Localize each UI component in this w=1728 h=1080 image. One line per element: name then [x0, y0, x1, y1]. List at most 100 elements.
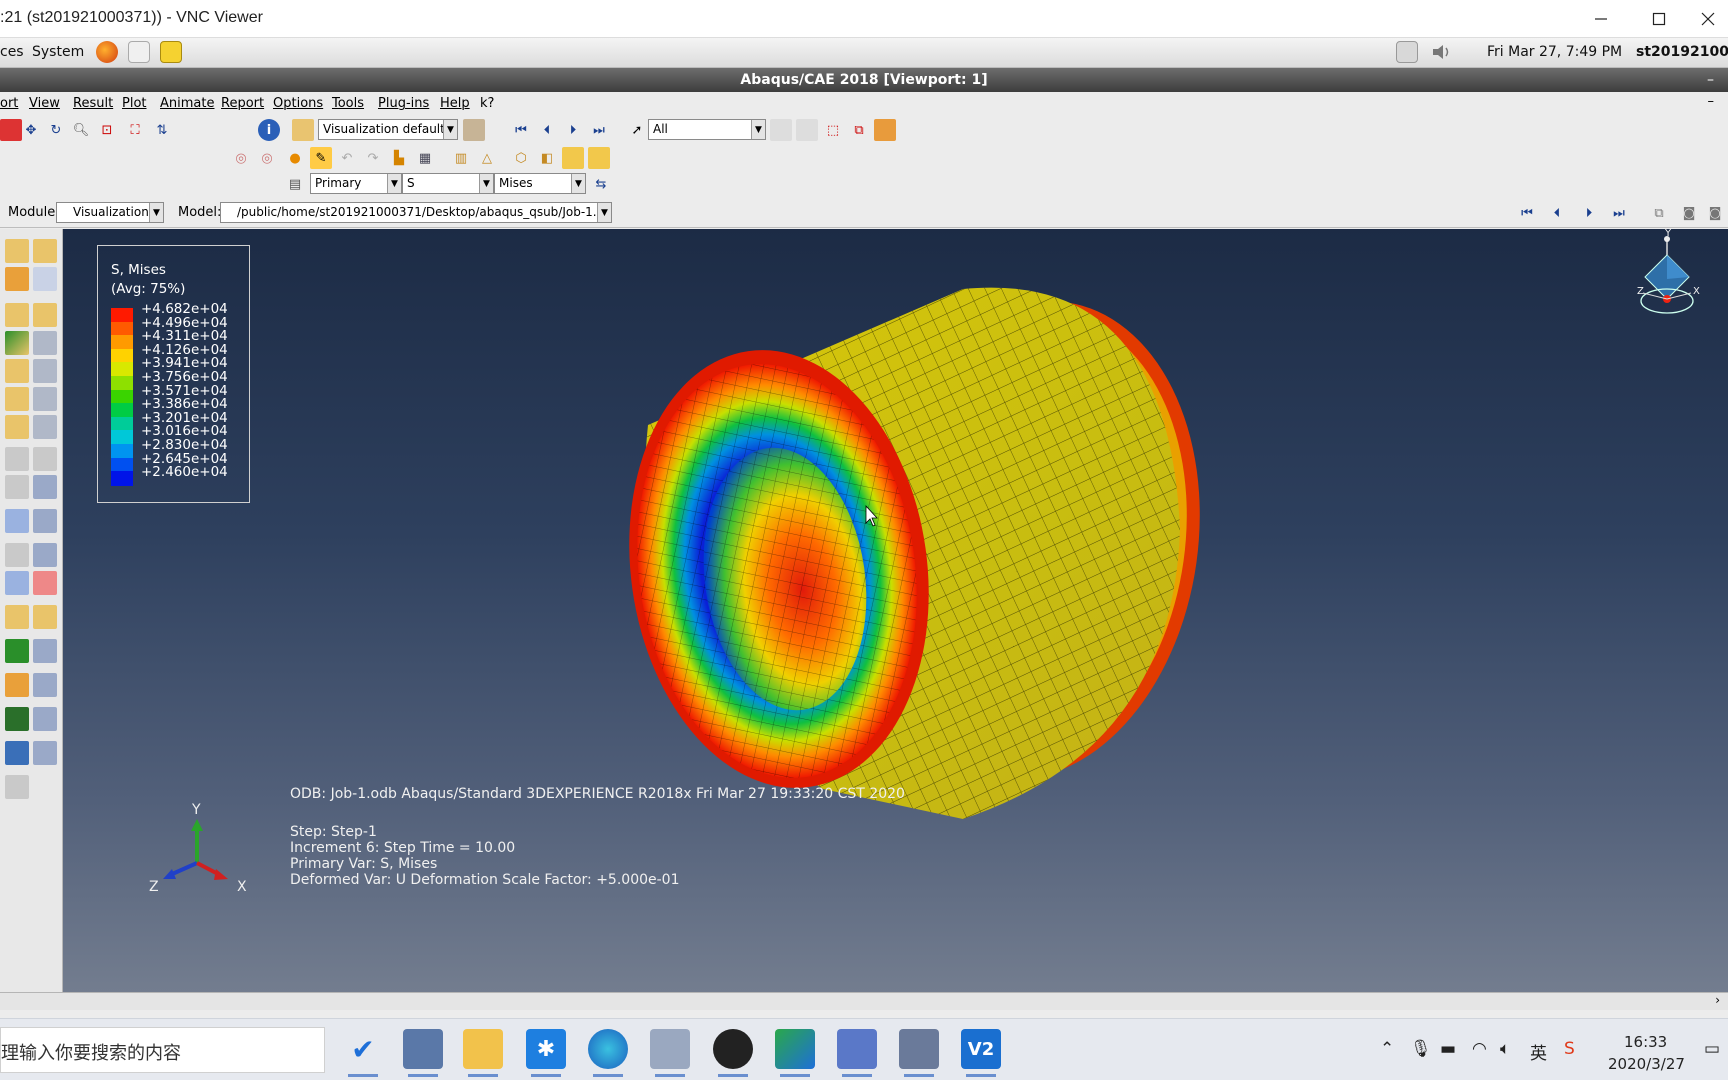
animate-scale-icon[interactable] — [5, 447, 29, 471]
field-output-invariant-select[interactable]: Mises ▼ — [494, 173, 586, 194]
taskbar-network-icon[interactable] — [403, 1029, 443, 1077]
auto-fit-icon[interactable]: ⛶ — [124, 119, 146, 141]
display-group-manager-icon[interactable] — [33, 707, 57, 731]
plot-deformed-icon[interactable] — [33, 239, 57, 263]
select-arrow-icon[interactable]: ➚ — [626, 119, 648, 141]
part-instance-icon[interactable] — [874, 119, 896, 141]
taskbar-remote-icon[interactable] — [837, 1029, 877, 1077]
view-cut-icon[interactable] — [5, 605, 29, 629]
tray-volume-icon[interactable]: 🔈︎ — [1500, 1039, 1510, 1059]
view-front-icon[interactable]: ◧ — [536, 147, 558, 169]
taskbar-explorer-icon[interactable] — [463, 1029, 503, 1077]
tray-sogou-icon[interactable]: S — [1564, 1039, 1575, 1059]
home-folder-icon[interactable] — [128, 41, 150, 63]
taskbar-vnc-icon[interactable]: V2 — [961, 1029, 1001, 1077]
clock[interactable]: Fri Mar 27, 7:49 PM — [1487, 44, 1622, 60]
places-menu[interactable]: ces — [0, 44, 24, 60]
boolean-intersect-icon[interactable]: ◎ — [256, 147, 278, 169]
boolean-union-icon[interactable]: ◎ — [230, 147, 252, 169]
text-editor-icon[interactable] — [160, 41, 182, 63]
context-help-icon[interactable]: k? — [480, 96, 494, 111]
taskbar-vpn-icon[interactable] — [899, 1029, 939, 1077]
maximize-icon[interactable] — [1630, 0, 1688, 38]
material-orientation-icon[interactable] — [5, 359, 29, 383]
tray-ime-label[interactable]: 英 — [1530, 1039, 1547, 1064]
display-group-create-icon[interactable] — [5, 707, 29, 731]
menu-help[interactable]: Help — [440, 96, 470, 111]
table-icon[interactable]: ▦ — [414, 147, 436, 169]
color-code-icon[interactable] — [5, 741, 29, 765]
last-frame-icon[interactable]: ⏭ — [588, 119, 610, 141]
next-frame-icon[interactable]: ⏵ — [562, 119, 584, 141]
view-top-icon[interactable] — [562, 147, 584, 169]
view-cube-icon[interactable] — [1623, 229, 1713, 329]
tray-mic-icon[interactable]: 🎙︎ — [1410, 1039, 1432, 1059]
free-body-manager-icon[interactable] — [33, 673, 57, 697]
create-xy-icon[interactable] — [5, 509, 29, 533]
cycle-views-icon[interactable]: ⇅ — [151, 119, 173, 141]
tray-chevron-icon[interactable]: ⌃ — [1380, 1039, 1394, 1059]
taskbar-search[interactable]: 理输入你要搜索的内容 — [0, 1027, 325, 1073]
palette-icon[interactable] — [292, 119, 314, 141]
view-right-icon[interactable] — [588, 147, 610, 169]
previous-frame-icon[interactable]: ⏴ — [536, 119, 558, 141]
app-minimize-icon[interactable]: – — [1707, 68, 1714, 92]
view-iso-icon[interactable]: ⬡ — [510, 147, 532, 169]
symbol-options-icon[interactable] — [33, 331, 57, 355]
network-lock-icon[interactable] — [1396, 41, 1418, 63]
plot-contours-icon[interactable] — [5, 267, 29, 291]
cut-icon[interactable]: △ — [476, 147, 498, 169]
stream-manager-icon[interactable] — [33, 639, 57, 663]
context-last-icon[interactable]: ⏭ — [1608, 202, 1630, 224]
stop-icon[interactable] — [0, 119, 22, 141]
animate-time-icon[interactable] — [33, 447, 57, 471]
taskbar-printer-icon[interactable] — [650, 1029, 690, 1077]
superimpose-icon[interactable] — [33, 387, 57, 411]
plot-overlay-icon[interactable] — [33, 303, 57, 327]
pan-icon[interactable]: ✥ — [20, 119, 42, 141]
menu-view[interactable]: View — [29, 96, 60, 111]
taskbar-obs-icon[interactable] — [713, 1029, 753, 1077]
camera-icon[interactable]: ◙ — [1678, 202, 1700, 224]
menu-options[interactable]: Options — [273, 96, 323, 111]
xy-plot-icon[interactable] — [5, 543, 29, 567]
zoom-icon[interactable]: 🔍︎ — [70, 119, 92, 141]
minimize-icon[interactable] — [1572, 0, 1630, 38]
visualization-defaults-select[interactable]: Visualization defaults ▼ — [318, 119, 458, 140]
camera-2-icon[interactable]: ◙ — [1704, 202, 1726, 224]
system-menu[interactable]: System — [32, 44, 84, 60]
horizontal-scrollbar[interactable]: › — [0, 992, 1728, 1010]
xy-data-manager-icon[interactable] — [33, 543, 57, 567]
contour-options-icon[interactable] — [5, 331, 29, 355]
mesh-icon[interactable]: ▥ — [450, 147, 472, 169]
menu-plot[interactable]: Plot — [122, 96, 147, 111]
path-plot-icon[interactable] — [33, 571, 57, 595]
field-output-variable-select[interactable]: S ▼ — [402, 173, 494, 194]
color-manager-icon[interactable] — [33, 741, 57, 765]
model-select[interactable]: /public/home/st201921000371/Desktop/abaq… — [220, 202, 612, 223]
highlight-icon[interactable]: ✎ — [310, 147, 332, 169]
query-tool-icon[interactable] — [5, 775, 29, 799]
view-cut-manager-icon[interactable] — [33, 605, 57, 629]
taskbar-edge-icon[interactable] — [588, 1029, 628, 1077]
animate-harmonic-icon[interactable] — [5, 475, 29, 499]
firefox-icon[interactable] — [96, 41, 118, 63]
field-output-dialog-icon[interactable]: ▤ — [284, 173, 306, 195]
xy-manager-icon[interactable] — [33, 509, 57, 533]
remove-icon[interactable]: ⬚ — [822, 119, 844, 141]
free-body-icon[interactable] — [5, 673, 29, 697]
undo-icon[interactable]: ↶ — [336, 147, 358, 169]
plot-undeformed-icon[interactable] — [5, 239, 29, 263]
synchronize-icon[interactable]: ⇆ — [590, 173, 612, 195]
ply-stack-icon[interactable] — [33, 359, 57, 383]
taskbar-star-app-icon[interactable]: ✱ — [526, 1029, 566, 1077]
context-next-icon[interactable]: ⏵ — [1578, 202, 1600, 224]
taskbar-s-app-icon[interactable] — [775, 1029, 815, 1077]
display-group-icon[interactable]: ▙ — [388, 147, 410, 169]
first-frame-icon[interactable]: ⏮ — [510, 119, 532, 141]
menu-report[interactable]: Report — [221, 96, 264, 111]
context-previous-icon[interactable]: ⏴ — [1546, 202, 1568, 224]
user-menu[interactable]: st201921000 — [1636, 44, 1728, 60]
viewport[interactable]: S, Mises (Avg: 75%) +4.682e+04 +4.496e+04… — [63, 229, 1728, 992]
box-zoom-icon[interactable]: ⊡ — [96, 119, 118, 141]
